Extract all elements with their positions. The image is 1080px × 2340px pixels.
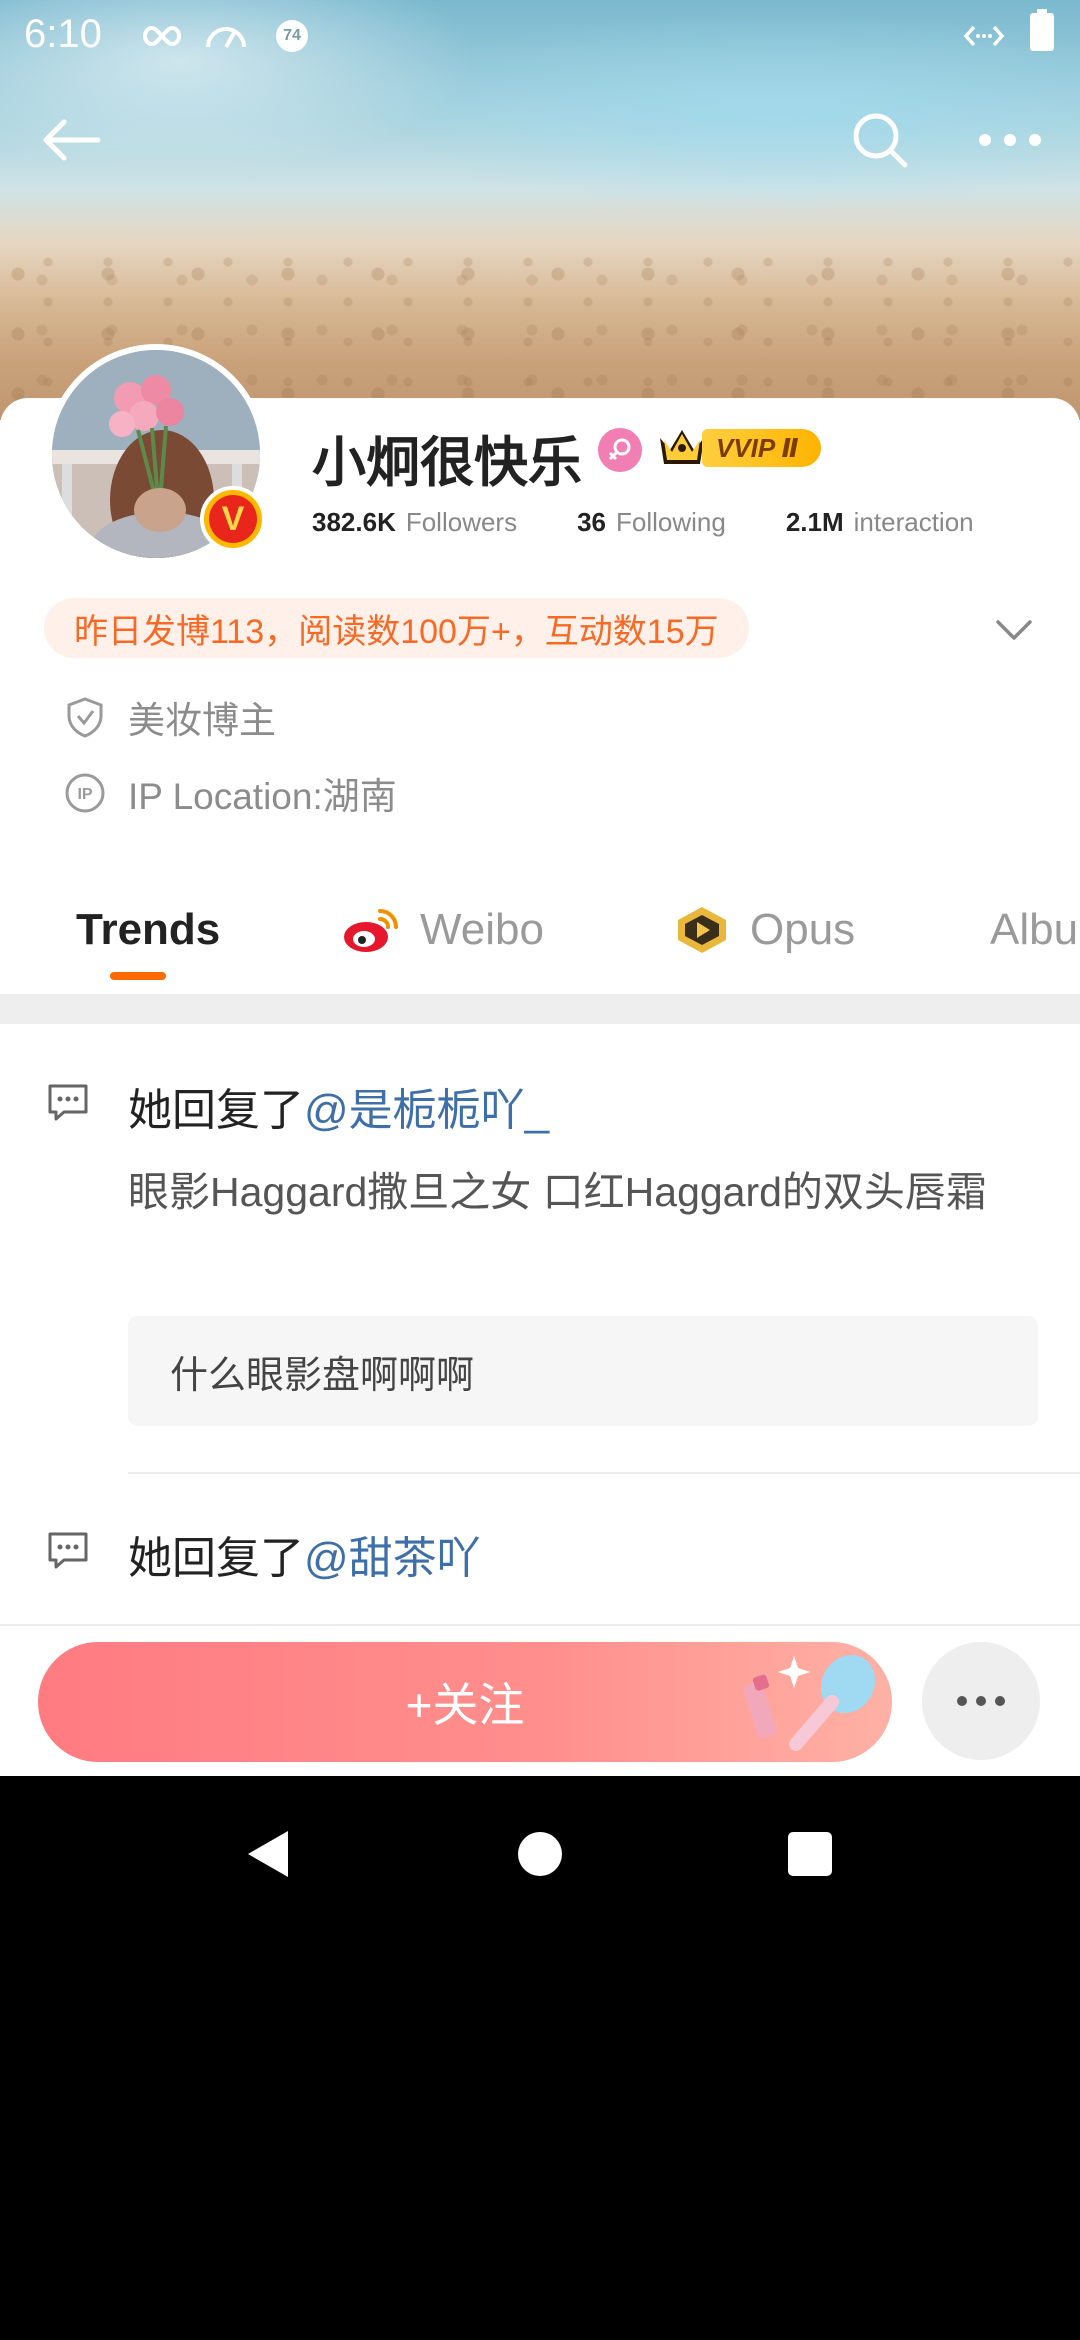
bottom-action-bar: +关注 [0, 1624, 1080, 1776]
crown-icon [660, 430, 704, 464]
tab-weibo[interactable]: Weibo [342, 900, 544, 960]
interaction-stat[interactable]: 2.1M interaction [786, 507, 974, 538]
chevron-down-icon [996, 620, 1032, 640]
system-back-button[interactable] [236, 1822, 300, 1886]
search-button[interactable] [840, 100, 920, 180]
battery-icon [1030, 9, 1054, 51]
ip-icon: IP [64, 772, 106, 814]
opus-icon [678, 907, 726, 953]
ip-location-text: IP Location:湖南 [128, 776, 397, 817]
following-count: 36 [577, 506, 607, 537]
system-navigation-bar [0, 1776, 1080, 1932]
comment-icon [48, 1532, 88, 1569]
tab-album-label: Albu [990, 905, 1079, 954]
reply-prefix: 她回复了 [128, 1086, 304, 1135]
feed-item-header: 她回复了@甜茶吖 [128, 1522, 481, 1586]
svg-text:IP: IP [77, 786, 92, 803]
data-transfer-icon [962, 20, 1006, 52]
more-options-button[interactable] [970, 100, 1050, 180]
interaction-label: interaction [853, 506, 974, 537]
back-button[interactable] [30, 100, 110, 180]
following-stat[interactable]: 36 Following [577, 507, 726, 538]
triangle-back-icon [248, 1831, 288, 1877]
following-label: Following [616, 506, 726, 537]
activity-summary-pill[interactable]: 昨日发博113，阅读数100万+，互动数15万 [44, 598, 749, 658]
expand-profile-button[interactable] [992, 610, 1036, 650]
profile-tabs: Trends Weibo Opus Albu [0, 880, 1080, 990]
status-bar: 6:10 74 [0, 0, 1080, 72]
status-time: 6:10 [24, 12, 102, 56]
mention-link[interactable]: @甜茶吖 [304, 1534, 481, 1583]
followers-count: 382.6K [312, 506, 396, 537]
interaction-count: 2.1M [785, 506, 844, 537]
notification-badge-icon: 74 [276, 20, 308, 52]
tab-opus[interactable]: Opus [672, 900, 855, 960]
mention-link[interactable]: @是栀栀吖_ [304, 1086, 549, 1135]
more-horizontal-icon [957, 1696, 1005, 1706]
tab-album[interactable]: Albu [990, 900, 1078, 960]
follow-button-label: +关注 [405, 1679, 525, 1731]
square-recents-icon [788, 1832, 832, 1876]
infinity-icon [142, 20, 182, 52]
follow-button[interactable]: +关注 [38, 1642, 892, 1762]
followers-label: Followers [405, 506, 518, 537]
circle-home-icon [518, 1832, 562, 1876]
female-gender-icon [598, 428, 642, 472]
makeup-brush-decoration-icon [743, 1654, 876, 1751]
category-tag-text: 美妆博主 [128, 700, 276, 741]
feed-item-divider [128, 1472, 1080, 1474]
profile-name: 小炯很快乐 [312, 433, 582, 493]
profile-stats: 382.6K Followers 36 Following 2.1M inter… [312, 502, 974, 542]
system-recents-button[interactable] [778, 1822, 842, 1886]
tab-weibo-label: Weibo [420, 905, 544, 954]
tab-trends[interactable]: Trends [76, 900, 220, 960]
quoted-comment[interactable]: 什么眼影盘啊啊啊 [128, 1316, 1038, 1426]
feed-item-body: 眼影Haggard撒旦之女 口红Haggard的双头唇霜 [128, 1169, 987, 1215]
reply-prefix: 她回复了 [128, 1534, 304, 1583]
feed-item-header: 她回复了@是栀栀吖_ [128, 1074, 549, 1138]
more-actions-button[interactable] [922, 1642, 1040, 1760]
vip-label: VVIP Ⅱ [702, 429, 821, 467]
arrow-left-icon [43, 119, 101, 161]
more-horizontal-icon [979, 134, 1041, 146]
tab-opus-label: Opus [750, 905, 856, 954]
followers-stat[interactable]: 382.6K Followers [312, 507, 517, 538]
shield-check-icon [64, 696, 106, 738]
search-icon [853, 113, 908, 168]
profile-screen: 6:10 74 V 小炯很快乐 VVIP Ⅱ 382.6K Followers … [0, 0, 1080, 1776]
verified-badge-icon: V [200, 486, 266, 552]
weibo-logo-icon [344, 909, 398, 952]
profile-tag-ip-location: IP IP Location:湖南 [64, 768, 397, 818]
section-divider [0, 994, 1080, 1024]
profile-tag-category: 美妆博主 [64, 692, 276, 742]
active-tab-indicator [110, 972, 166, 980]
system-home-button[interactable] [508, 1822, 572, 1886]
comment-icon [48, 1084, 88, 1121]
speedometer-icon [204, 20, 248, 52]
vip-badge[interactable]: VVIP Ⅱ [656, 424, 821, 472]
tab-trends-label: Trends [76, 905, 221, 954]
